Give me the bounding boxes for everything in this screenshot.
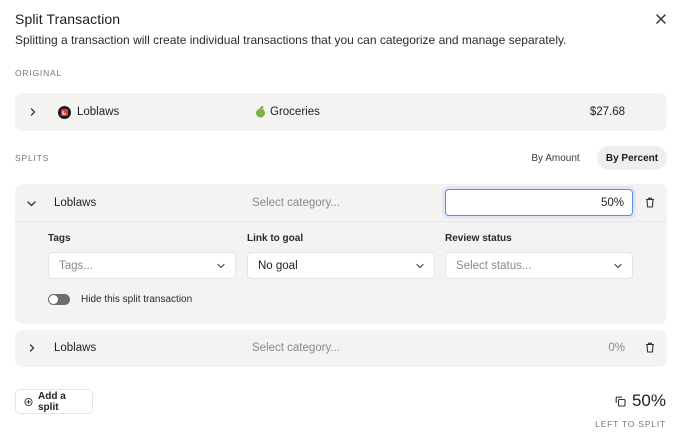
split-divider	[15, 221, 667, 222]
left-to-split-label: LEFT TO SPLIT	[595, 419, 666, 429]
copy-icon[interactable]	[615, 396, 626, 407]
delete-split-button[interactable]	[644, 341, 656, 353]
plus-circle-icon	[24, 397, 33, 406]
add-split-label: Add a split	[38, 390, 66, 413]
review-status-select[interactable]: Select status...	[445, 252, 633, 279]
tags-select[interactable]: Tags...	[48, 252, 236, 279]
tags-label: Tags	[48, 233, 71, 244]
original-category: Groceries	[255, 106, 320, 118]
review-status-label: Review status	[445, 233, 512, 244]
dialog-description: Splitting a transaction will create indi…	[15, 33, 567, 47]
chevron-right-icon[interactable]	[26, 342, 38, 354]
dialog-title: Split Transaction	[15, 11, 121, 27]
original-transaction-row[interactable]: Loblaws Groceries $27.68	[15, 93, 667, 131]
split-item: Loblaws Select category... 50% Tags Tags…	[15, 184, 667, 324]
original-merchant: Loblaws	[77, 106, 120, 118]
chevron-down-icon	[416, 263, 424, 268]
chevron-right-icon[interactable]	[27, 106, 39, 118]
tags-placeholder: Tags...	[59, 259, 93, 272]
trash-icon	[646, 197, 654, 208]
left-to-split-amount: 50%	[615, 391, 666, 411]
add-split-button[interactable]: Add a split	[15, 389, 93, 414]
split-category-select[interactable]: Select category...	[252, 197, 340, 209]
trash-icon	[646, 342, 654, 353]
left-to-split-value: 50%	[631, 391, 666, 410]
goal-label: Link to goal	[247, 233, 304, 244]
close-button[interactable]	[652, 10, 670, 28]
split-percent-input[interactable]: 50%	[445, 189, 633, 216]
split-percent-value: 50%	[600, 196, 624, 209]
chevron-down-icon	[217, 263, 225, 268]
original-section-label: ORIGINAL	[15, 68, 63, 78]
split-merchant: Loblaws	[54, 342, 97, 354]
review-status-placeholder: Select status...	[456, 259, 532, 272]
chevron-down-icon	[614, 263, 622, 268]
split-category-select[interactable]: Select category...	[252, 342, 340, 354]
goal-select[interactable]: No goal	[247, 252, 435, 279]
x-icon	[656, 14, 666, 24]
chevron-down-icon[interactable]	[25, 197, 37, 209]
hide-split-toggle[interactable]	[48, 294, 70, 305]
by-percent-toggle[interactable]: By Percent	[597, 146, 667, 170]
split-percent-value[interactable]: 0%	[608, 342, 625, 354]
hide-split-label: Hide this split transaction	[81, 294, 193, 305]
loblaws-logo	[58, 106, 71, 119]
original-category-label: Groceries	[270, 106, 320, 118]
split-merchant: Loblaws	[54, 197, 97, 209]
by-amount-toggle[interactable]: By Amount	[522, 146, 589, 170]
original-amount: $27.68	[589, 106, 625, 118]
goal-value: No goal	[258, 259, 298, 272]
splits-section-label: SPLITS	[15, 153, 50, 163]
split-item[interactable]: Loblaws Select category... 0%	[15, 330, 667, 367]
green-apple-icon	[256, 106, 265, 118]
delete-split-button[interactable]	[644, 196, 656, 208]
